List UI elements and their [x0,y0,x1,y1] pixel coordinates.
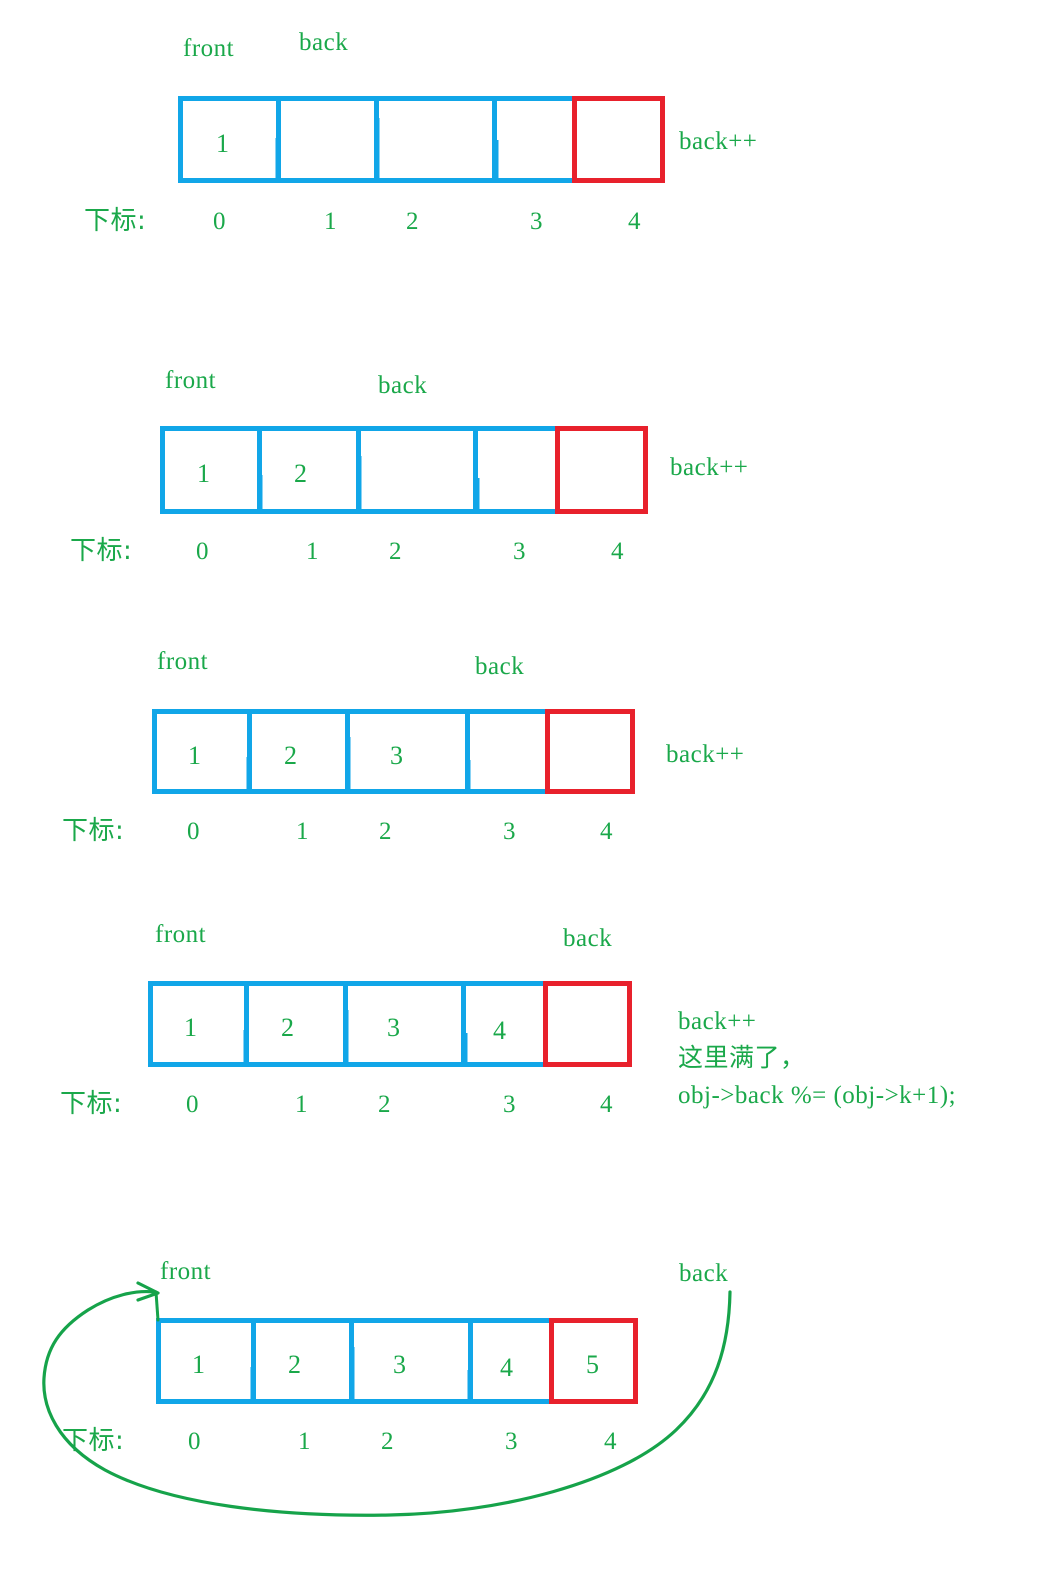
cell-value: 4 [493,1016,506,1045]
step-1-back-label: back [299,29,349,56]
array-cell[interactable]: 1 [152,709,247,794]
step-1-index-title: 下标: [84,206,147,236]
index-tick: 0 [187,818,200,845]
array-cell[interactable] [276,96,374,183]
array-cell[interactable] [465,709,545,794]
array-cell[interactable]: 1 [156,1318,251,1404]
index-tick: 3 [530,208,543,235]
array-cell-highlight[interactable] [572,96,665,183]
index-tick: 0 [186,1091,199,1118]
step-5-array: 1 2 3 4 5 [156,1318,638,1404]
cell-value: 1 [188,741,201,770]
cell-value: 2 [284,741,297,770]
array-cell[interactable]: 3 [349,1318,468,1404]
array-cell-highlight[interactable] [543,981,632,1067]
array-cell[interactable]: 1 [148,981,244,1067]
index-tick: 2 [389,538,402,565]
step-4-note-code: obj->back %= (obj->k+1); [678,1082,957,1109]
step-4-array: 1 2 3 4 [148,981,632,1067]
step-4-back-label: back [563,925,613,952]
step-2-array: 1 2 [160,426,648,514]
index-tick: 3 [513,538,526,565]
array-cell[interactable] [356,426,473,514]
cell-value: 1 [184,1013,197,1042]
index-tick: 1 [295,1091,308,1118]
index-tick: 2 [378,1091,391,1118]
cell-value: 1 [192,1350,205,1379]
index-tick: 3 [505,1428,518,1455]
step-4-note-full: 这里满了， [678,1043,806,1072]
step-1-array: 1 [178,96,665,183]
cell-value: 3 [393,1350,406,1379]
step-3-index-title: 下标: [62,816,125,846]
cell-value: 4 [500,1353,513,1382]
step-2-back-label: back [378,372,428,399]
step-2-note: back++ [670,454,749,481]
index-tick: 4 [611,538,624,565]
index-tick: 4 [628,208,641,235]
array-cell[interactable]: 2 [244,981,343,1067]
step-2-front-label: front [165,367,217,394]
index-tick: 0 [213,208,226,235]
index-tick: 4 [600,818,613,845]
diagram-canvas: front back 1 下标: 0 1 2 3 4 back++ front … [0,0,1061,1587]
step-1-front-label: front [183,35,235,62]
array-cell[interactable]: 4 [468,1318,549,1404]
index-tick: 2 [406,208,419,235]
step-5-index-title: 下标: [62,1426,125,1456]
index-tick: 2 [379,818,392,845]
index-tick: 2 [381,1428,394,1455]
step-2-index-title: 下标: [70,536,133,566]
cell-value: 5 [586,1350,599,1379]
array-cell[interactable]: 3 [345,709,465,794]
index-tick: 4 [604,1428,617,1455]
array-cell[interactable]: 3 [343,981,461,1067]
array-cell[interactable] [473,426,555,514]
step-5-back-label: back [679,1260,729,1287]
cell-value: 2 [294,459,307,488]
array-cell-highlight[interactable]: 5 [549,1318,638,1404]
step-3-note: back++ [666,741,745,768]
array-cell[interactable]: 2 [251,1318,349,1404]
step-3-front-label: front [157,648,209,675]
cell-value: 1 [197,459,210,488]
step-4-note-back: back++ [678,1008,757,1035]
array-cell[interactable]: 4 [461,981,543,1067]
array-cell-highlight[interactable] [555,426,648,514]
array-cell[interactable] [374,96,492,183]
index-tick: 1 [306,538,319,565]
cell-value: 3 [387,1013,400,1042]
array-cell[interactable]: 1 [160,426,257,514]
cell-value: 1 [216,129,229,158]
cell-value: 3 [390,741,403,770]
step-4-front-label: front [155,921,207,948]
index-tick: 1 [324,208,337,235]
step-3-array: 1 2 3 [152,709,635,794]
cell-value: 2 [281,1013,294,1042]
array-cell[interactable]: 2 [257,426,356,514]
index-tick: 1 [296,818,309,845]
step-1-note: back++ [679,128,758,155]
index-tick: 4 [600,1091,613,1118]
cell-value: 2 [288,1350,301,1379]
array-cell[interactable] [492,96,572,183]
index-tick: 3 [503,1091,516,1118]
array-cell[interactable]: 2 [247,709,345,794]
index-tick: 3 [503,818,516,845]
step-5-front-label: front [160,1258,212,1285]
array-cell-highlight[interactable] [545,709,635,794]
index-tick: 0 [196,538,209,565]
index-tick: 0 [188,1428,201,1455]
array-cell[interactable]: 1 [178,96,276,183]
step-4-index-title: 下标: [60,1089,123,1119]
step-3-back-label: back [475,653,525,680]
index-tick: 1 [298,1428,311,1455]
